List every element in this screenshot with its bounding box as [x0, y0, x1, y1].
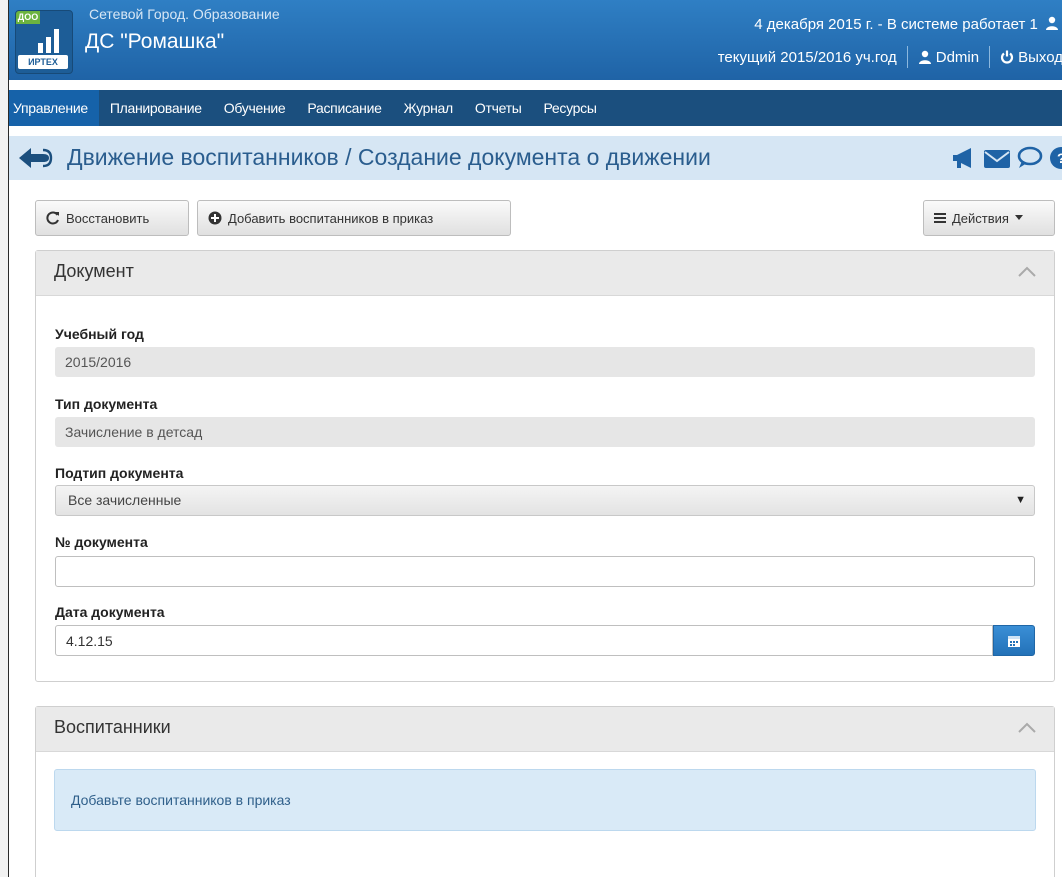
org-name: ДС "Ромашка" — [85, 30, 225, 53]
divider — [906, 46, 908, 68]
document-panel-header[interactable]: Документ — [36, 251, 1054, 296]
restore-label: Восстановить — [66, 210, 150, 226]
nav-item-reports[interactable]: Отчеты — [464, 90, 533, 126]
nav-item-management[interactable]: Управление — [9, 90, 99, 126]
menu-icon — [934, 213, 946, 223]
document-panel-title: Документ — [54, 261, 134, 281]
mail-icon[interactable] — [983, 146, 1011, 170]
logout-label: Выход — [1018, 48, 1062, 66]
actions-label: Действия — [952, 210, 1009, 226]
logo-badge: ДОО — [16, 11, 40, 24]
system-status: 4 декабря 2015 г. - В системе работает 1 — [754, 16, 1059, 33]
doc-subtype-select[interactable]: Все зачисленные ▼ — [55, 485, 1035, 516]
doc-date-input[interactable] — [55, 625, 993, 656]
actions-dropdown[interactable]: Действия — [923, 200, 1055, 236]
back-arrow-icon[interactable] — [17, 146, 53, 170]
chat-icon[interactable] — [1017, 146, 1043, 170]
year-label: Учебный год — [55, 326, 144, 342]
app-name: Сетевой Город. Образование — [89, 6, 280, 22]
students-panel: Воспитанники Добавьте воспитанников в пр… — [35, 706, 1055, 877]
user-icon — [918, 50, 931, 64]
caret-down-icon: ▼ — [1015, 494, 1026, 506]
megaphone-icon[interactable] — [951, 146, 977, 170]
logo-bars-icon — [38, 29, 59, 53]
nav-item-resources[interactable]: Ресурсы — [532, 90, 607, 126]
users-online-icon — [1046, 16, 1058, 30]
app-header: ДОО ИРТЕХ Сетевой Город. Образование ДС … — [9, 0, 1062, 80]
power-icon — [1001, 50, 1014, 64]
document-panel: Документ — [35, 250, 1055, 682]
students-info-alert: Добавьте воспитанников в приказ — [54, 769, 1036, 831]
svg-text:?: ? — [1057, 150, 1062, 166]
doc-subtype-label: Подтип документа — [55, 465, 184, 481]
nav-item-journal[interactable]: Журнал — [393, 90, 464, 126]
school-year[interactable]: текущий 2015/2016 уч.год — [718, 49, 897, 66]
page-title: Движение воспитанников / Создание докуме… — [67, 144, 711, 170]
nav-item-education[interactable]: Обучение — [213, 90, 297, 126]
add-students-button[interactable]: Добавить воспитанников в приказ — [197, 200, 511, 236]
refresh-icon — [46, 211, 59, 225]
caret-down-icon — [1014, 215, 1023, 220]
doc-date-label: Дата документа — [55, 604, 165, 620]
logout-link[interactable]: Выход — [1000, 49, 1062, 66]
app-frame: ДОО ИРТЕХ Сетевой Город. Образование ДС … — [8, 0, 1062, 877]
help-icon[interactable]: ? — [1049, 146, 1062, 170]
user-name: Ddmin — [935, 48, 980, 66]
add-students-label: Добавить воспитанников в приказ — [228, 210, 434, 226]
page-titlebar: Движение воспитанников / Создание докуме… — [9, 136, 1062, 180]
plus-circle-icon — [208, 211, 222, 225]
doc-number-label: № документа — [55, 534, 148, 550]
logo-text: ИРТЕХ — [18, 55, 68, 69]
doc-subtype-value: Все зачисленные — [68, 492, 182, 508]
main-nav: Управление Планирование Обучение Расписа… — [9, 90, 1062, 126]
doc-number-input[interactable] — [55, 556, 1035, 587]
chevron-up-icon[interactable] — [1018, 721, 1036, 733]
user-bar: текущий 2015/2016 уч.год Ddmin Выход — [718, 46, 1062, 68]
doc-type-field: Зачисление в детсад — [55, 417, 1035, 447]
chevron-up-icon[interactable] — [1018, 265, 1036, 277]
app-logo[interactable]: ДОО ИРТЕХ — [15, 10, 73, 74]
nav-item-schedule[interactable]: Расписание — [296, 90, 392, 126]
students-panel-title: Воспитанники — [54, 717, 171, 737]
students-panel-header[interactable]: Воспитанники — [36, 707, 1054, 752]
nav-item-planning[interactable]: Планирование — [99, 90, 213, 126]
user-menu[interactable]: Ddmin — [918, 49, 979, 66]
restore-button[interactable]: Восстановить — [35, 200, 189, 236]
title-icons: ? — [951, 146, 1062, 170]
calendar-icon — [1008, 635, 1020, 647]
calendar-button[interactable] — [993, 625, 1035, 656]
divider — [989, 46, 991, 68]
year-field: 2015/2016 — [55, 347, 1035, 377]
status-text: 4 декабря 2015 г. - В системе работает 1 — [754, 16, 1038, 33]
doc-type-label: Тип документа — [55, 396, 158, 412]
